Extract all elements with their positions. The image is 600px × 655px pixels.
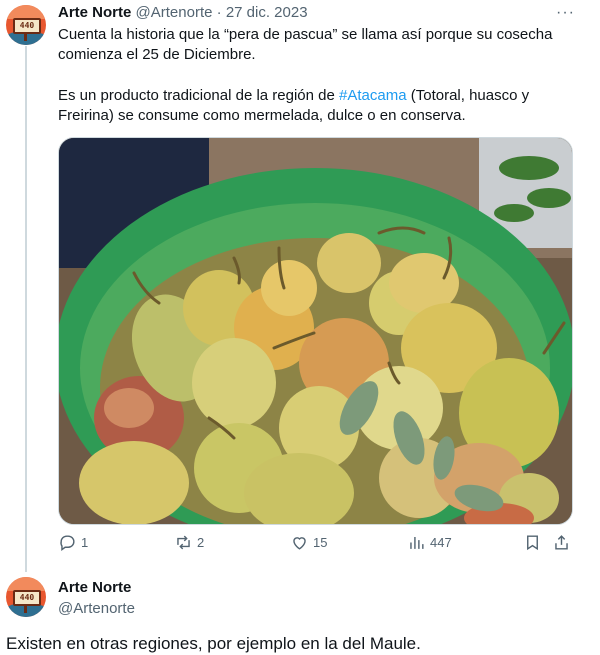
hashtag-link[interactable]: #Atacama bbox=[339, 87, 407, 104]
like-count: 15 bbox=[313, 535, 328, 550]
repost-button[interactable]: 2 bbox=[174, 533, 204, 552]
bookmark-button[interactable] bbox=[523, 533, 542, 552]
avatar[interactable]: 440 bbox=[6, 5, 46, 45]
tweet-text-line-2: comienza el 25 de Diciembre. bbox=[58, 46, 256, 63]
view-count: 447 bbox=[430, 535, 452, 550]
reply-count: 1 bbox=[81, 535, 89, 550]
avatar-sign-text: 440 bbox=[13, 590, 41, 606]
avatar-sign-text: 440 bbox=[13, 18, 41, 34]
tweet-text-segment: Es un producto tradicional de la región … bbox=[58, 87, 340, 104]
more-options-button[interactable]: ··· bbox=[556, 4, 575, 22]
like-button[interactable]: 15 bbox=[290, 533, 327, 552]
reply-icon bbox=[60, 535, 75, 552]
separator-dot: · bbox=[216, 4, 222, 21]
tweet-text-line-3: Es un producto tradicional de la región … bbox=[58, 86, 578, 106]
share-button[interactable] bbox=[552, 533, 571, 552]
tweet-text-line-1: Cuenta la historia que la “pera de pascu… bbox=[58, 26, 553, 43]
repost-count: 2 bbox=[197, 535, 205, 550]
author-handle[interactable]: @Artenorte bbox=[136, 4, 213, 21]
share-icon bbox=[555, 535, 568, 550]
tweet-header: Arte Norte @Artenorte · 27 dic. 2023 bbox=[58, 4, 308, 21]
tweet-photo[interactable] bbox=[58, 137, 573, 525]
bookmark-icon bbox=[527, 535, 538, 551]
reply-text: Existen en otras regiones, por ejemplo e… bbox=[6, 634, 421, 653]
tweet-action-bar: 1 2 15 447 bbox=[58, 533, 573, 559]
views-button[interactable]: 447 bbox=[407, 533, 452, 552]
reply-avatar[interactable]: 440 bbox=[6, 577, 46, 617]
reply-author-handle[interactable]: @Artenorte bbox=[58, 600, 135, 617]
author-name[interactable]: Arte Norte bbox=[58, 4, 131, 21]
tweet-text-segment: (Totoral, huasco y bbox=[406, 87, 530, 104]
tweet-text-line-4: Freirina) se consume como mermelada, dul… bbox=[58, 107, 466, 124]
reply-author-name[interactable]: Arte Norte bbox=[58, 579, 131, 596]
reply-button[interactable]: 1 bbox=[58, 533, 88, 552]
repost-icon bbox=[177, 535, 190, 550]
bar-chart-icon bbox=[410, 536, 424, 549]
tweet-date[interactable]: 27 dic. 2023 bbox=[226, 4, 308, 21]
heart-icon bbox=[293, 537, 306, 550]
pears-in-bowl-image bbox=[59, 138, 572, 524]
thread-connector-line bbox=[25, 46, 27, 572]
